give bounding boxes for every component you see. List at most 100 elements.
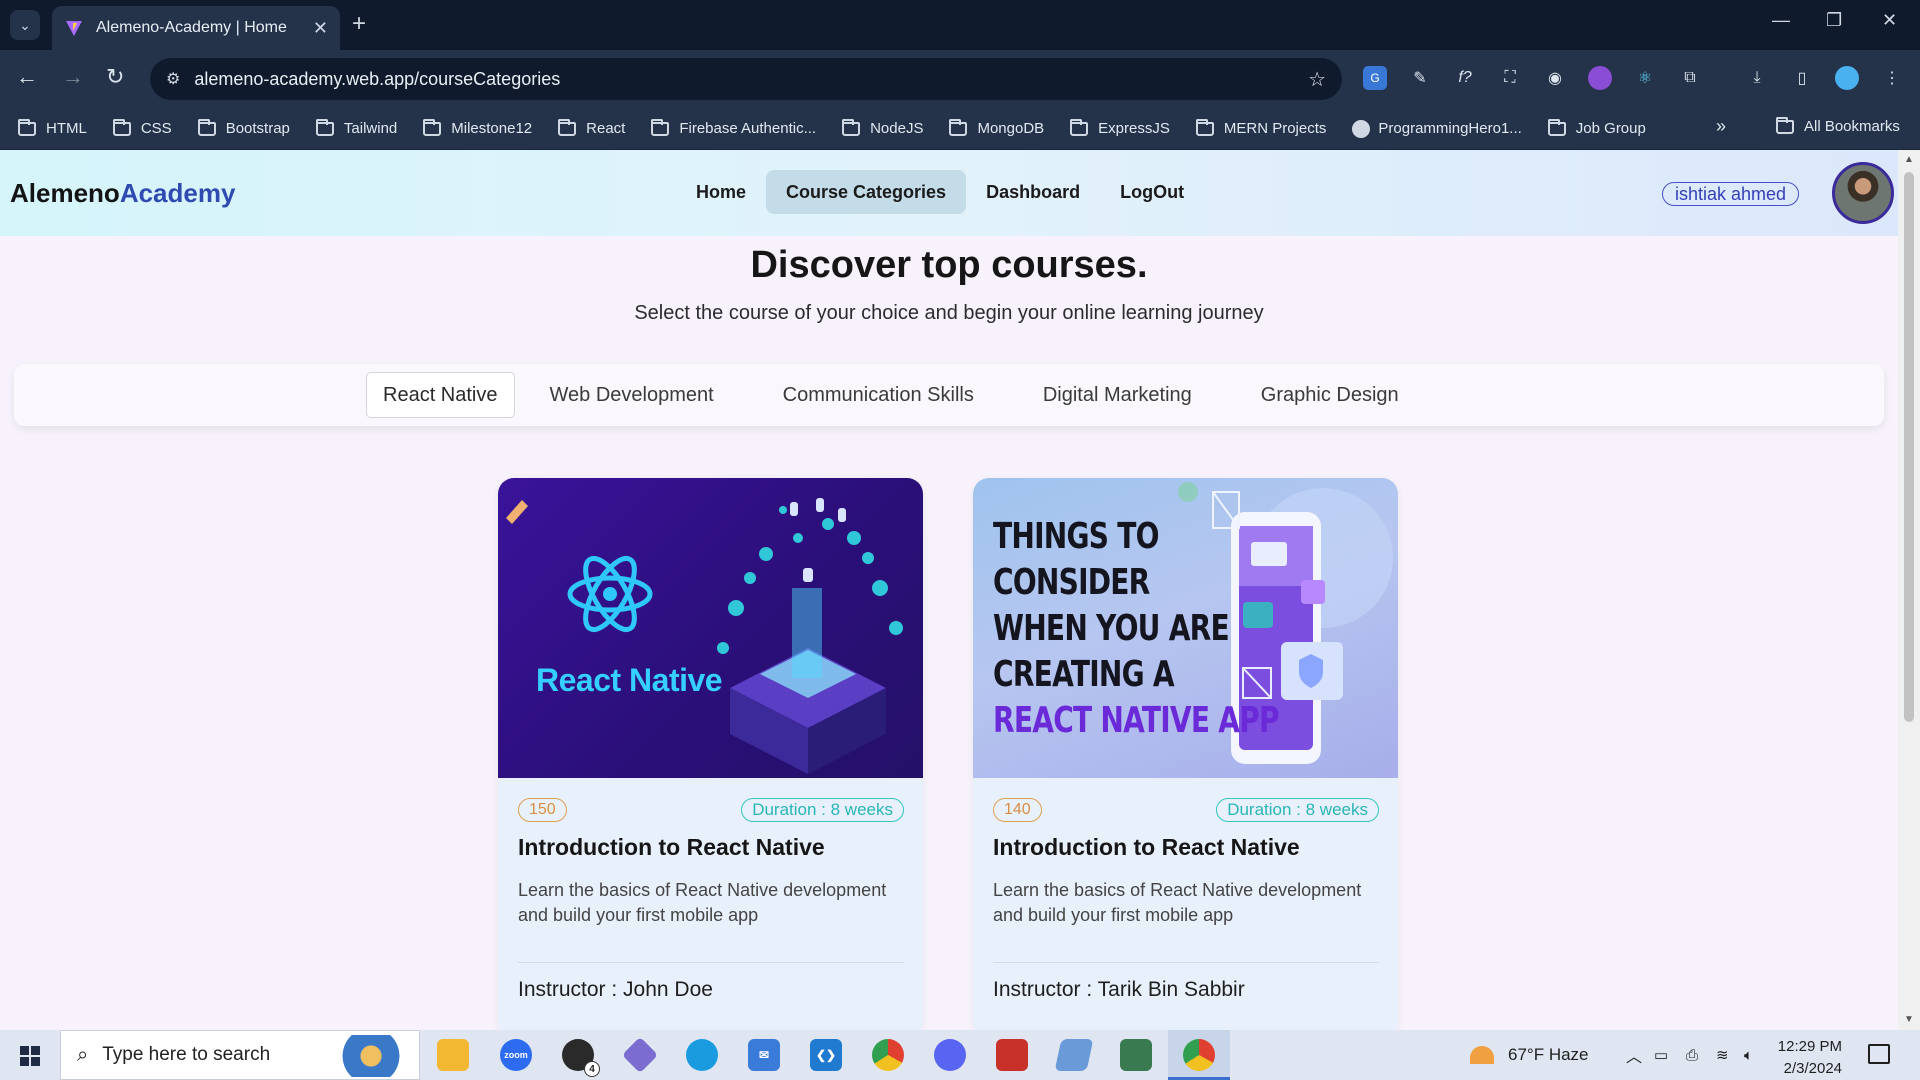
nav-logout[interactable]: LogOut [1100,170,1204,214]
page-scrollbar[interactable]: ▲ ▼ [1898,150,1920,1030]
file-explorer-icon[interactable] [437,1039,469,1071]
forward-arrow-icon[interactable]: → [62,64,84,90]
purple-extension-icon[interactable] [1588,66,1612,90]
bookmarks-overflow-icon[interactable]: » [1716,116,1726,137]
folder-icon [112,118,131,136]
nav-dashboard[interactable]: Dashboard [966,170,1100,214]
new-tab-plus-icon[interactable]: + [352,10,366,38]
reload-icon[interactable]: ↻ [106,64,124,90]
tab-react-native[interactable]: React Native [366,372,515,418]
minimize-icon[interactable]: — [1772,10,1790,31]
system-clock[interactable]: 12:29 PM 2/3/2024 [1776,1036,1842,1080]
course-image: THINGS TO CONSIDER WHEN YOU ARE CREATING… [973,478,1398,778]
bookmark-label: ProgrammingHero1... [1378,120,1522,137]
device-icon[interactable]: ⎙ [1686,1030,1698,1080]
scrollbar-thumb[interactable] [1904,172,1914,722]
bookmark-folder[interactable]: Bootstrap [197,118,290,137]
nav-course-categories[interactable]: Course Categories [766,170,967,214]
browser-menu-icon[interactable]: ⋮ [1880,66,1904,90]
folder-icon [558,118,577,136]
scroll-up-icon[interactable]: ▲ [1904,154,1914,165]
site-logo[interactable]: AlemenoAcademy [10,178,235,209]
bookmark-label: Job Group [1575,120,1646,137]
bookmark-label: All Bookmarks [1804,118,1900,135]
course-image-text: React Native [536,662,723,698]
nav-home[interactable]: Home [676,170,766,214]
tab-communication-skills[interactable]: Communication Skills [766,372,991,418]
browser-tab-active[interactable]: Alemeno-Academy | Home ✕ [52,6,340,50]
bookmark-folder[interactable]: Firebase Authentic... [651,118,816,137]
vite-favicon-icon [66,21,82,36]
taskbar-search-box[interactable]: ⌕ Type here to search [60,1030,420,1080]
bookmark-folder[interactable]: Job Group [1547,118,1646,137]
bookmark-folder[interactable]: HTML [18,118,87,137]
course-card[interactable]: THINGS TO CONSIDER WHEN YOU ARE CREATING… [973,478,1398,1030]
translate-extension-icon[interactable]: G [1363,66,1387,90]
tray-overflow-icon[interactable]: ︿ [1626,1030,1642,1080]
back-arrow-icon[interactable]: ← [16,64,38,90]
tab-digital-marketing[interactable]: Digital Marketing [1026,372,1209,418]
chrome-icon[interactable] [872,1039,904,1071]
react-devtools-icon[interactable]: ⚛ [1633,66,1657,90]
discord-icon[interactable] [934,1039,966,1071]
course-title: Introduction to React Native [518,834,825,860]
omnibox[interactable]: ⚙ alemeno-academy.web.app/courseCategori… [150,58,1342,100]
weather-widget[interactable]: 67°F Haze [1470,1030,1589,1080]
bookmark-folder[interactable]: Tailwind [315,118,398,137]
logo-accent-text: Academy [119,178,236,208]
bookmark-folder[interactable]: MERN Projects [1195,118,1326,137]
extensions-puzzle-icon[interactable]: ⧉ [1678,66,1702,90]
notepad-icon[interactable] [1054,1039,1094,1071]
windows-taskbar: ⌕ Type here to search zoom 4 ✉ ❮❯ 67°F H… [0,1030,1920,1080]
volume-icon[interactable]: 🔈︎ [1744,1030,1753,1080]
whatsapp-icon[interactable]: 4 [562,1039,600,1077]
windows-start-icon[interactable] [20,1046,40,1066]
tab-close-icon[interactable]: ✕ [313,18,328,39]
bookmark-folder[interactable]: ExpressJS [1070,118,1170,137]
tab-title: Alemeno-Academy | Home [96,19,287,36]
restore-icon[interactable]: ❐ [1826,10,1842,31]
bookmark-folder[interactable]: React [558,118,625,137]
bookmark-folder[interactable]: MongoDB [949,118,1044,137]
all-bookmarks-folder[interactable]: All Bookmarks [1776,116,1900,135]
acrobat-icon[interactable] [996,1039,1028,1071]
tab-search-chevron-icon[interactable]: ⌄ [10,10,40,40]
git-tool-icon[interactable] [621,1036,659,1074]
url-text[interactable]: alemeno-academy.web.app/courseCategories [194,69,1308,90]
whatsapp-badge: 4 [584,1061,600,1077]
course-card[interactable]: React Native 150 Duration : 8 weeks Intr… [498,478,923,1030]
notification-icon[interactable] [1868,1044,1890,1064]
site-info-icon[interactable]: ⚙ [166,69,180,89]
duration-badge: Duration : 8 weeks [741,798,904,822]
formula-extension-icon[interactable]: f? [1453,66,1477,90]
mongodb-compass-icon[interactable] [1120,1039,1152,1071]
bookmark-label: CSS [140,120,172,137]
screenshot-extension-icon[interactable]: ⛶ [1498,66,1522,90]
bookmark-folder[interactable]: Milestone12 [423,118,532,137]
profile-icon[interactable] [1835,66,1859,90]
user-avatar[interactable] [1832,162,1894,224]
download-icon[interactable]: ⤓ [1745,66,1769,90]
tab-web-development[interactable]: Web Development [533,372,731,418]
course-description: Learn the basics of React Native develop… [993,880,1362,925]
mail-icon[interactable]: ✉ [748,1039,780,1071]
browser-tab-strip: ⌄ Alemeno-Academy | Home ✕ + — ❐ ✕ [0,0,1920,50]
battery-icon[interactable]: ▭ [1654,1030,1668,1080]
scroll-down-icon[interactable]: ▼ [1904,1014,1914,1025]
bookmark-label: Tailwind [343,120,398,137]
bookmark-link[interactable]: ProgrammingHero1... [1352,119,1522,138]
zoom-icon[interactable]: zoom [500,1039,532,1071]
bookmark-folder[interactable]: NodeJS [842,118,923,137]
chrome-active-icon[interactable] [1183,1039,1215,1071]
vscode-icon[interactable]: ❮❯ [810,1039,842,1071]
course-instructor: Instructor : Tarik Bin Sabbir [993,978,1245,1001]
edge-icon[interactable] [686,1039,718,1071]
bookmark-folder[interactable]: CSS [112,118,172,137]
wifi-icon[interactable]: ≋ [1716,1030,1729,1080]
color-picker-extension-icon[interactable]: ✎ [1408,66,1432,90]
camera-extension-icon[interactable]: ◉ [1543,66,1567,90]
bookmark-star-icon[interactable]: ☆ [1308,67,1326,92]
side-panel-icon[interactable]: ▯ [1790,66,1814,90]
tab-graphic-design[interactable]: Graphic Design [1244,372,1416,418]
window-close-icon[interactable]: ✕ [1882,10,1897,31]
